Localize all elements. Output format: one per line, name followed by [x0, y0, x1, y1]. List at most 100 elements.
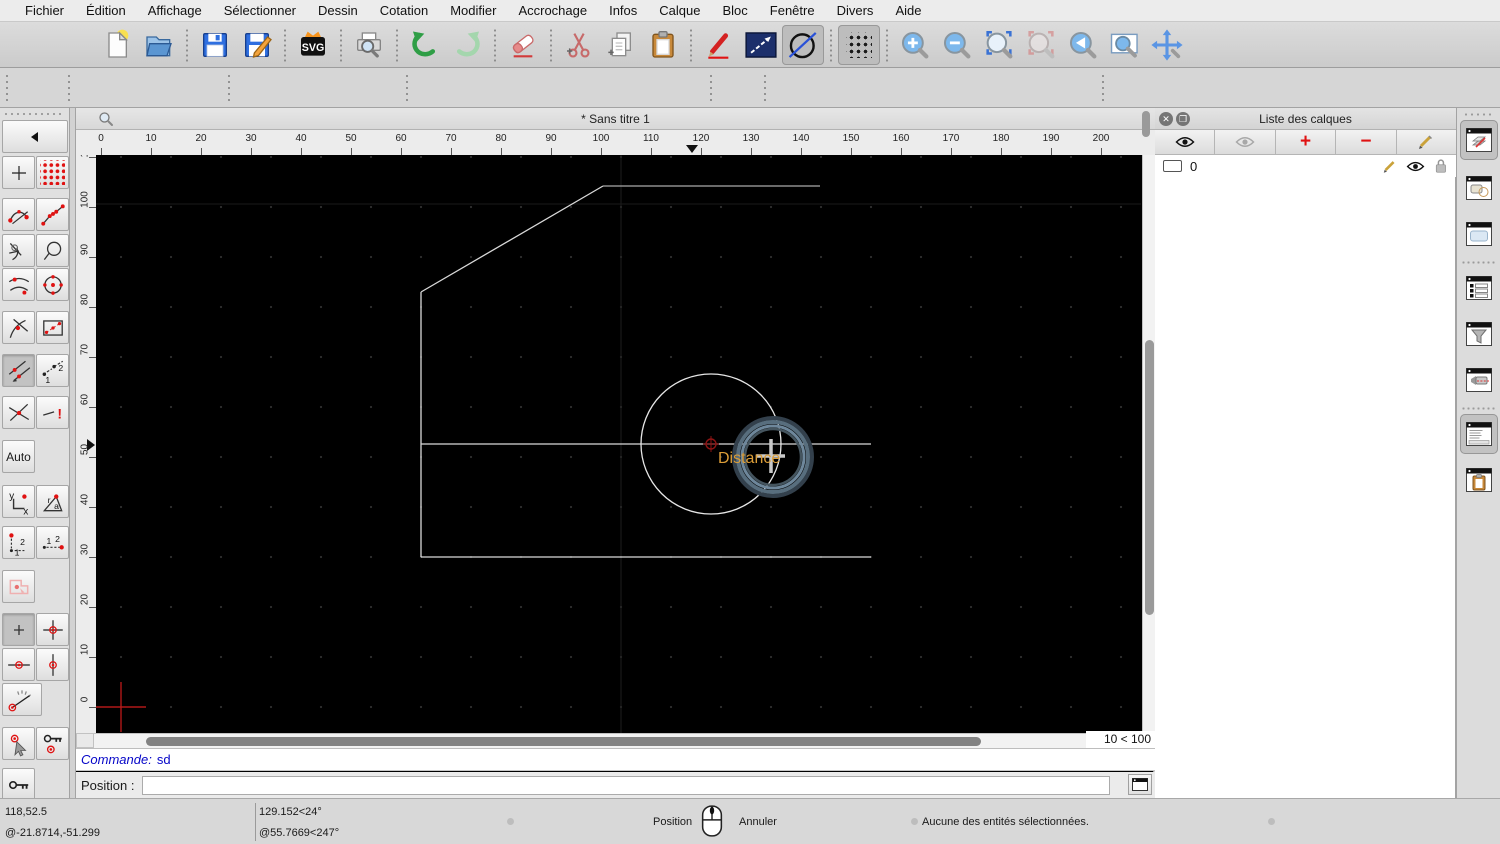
show-all-layers-button[interactable]	[1155, 130, 1216, 154]
list-panel-toggle-button[interactable]	[1460, 268, 1498, 308]
zoom-selection-button[interactable]	[1020, 25, 1062, 65]
paste-button[interactable]	[642, 25, 684, 65]
spline-tool-button[interactable]	[2, 198, 35, 231]
arc-point-tool-button[interactable]	[2, 268, 35, 301]
drawing-canvas[interactable]: Distance	[96, 155, 1141, 733]
point-grid-tool-button[interactable]	[36, 156, 69, 189]
print-preview-button[interactable]	[348, 25, 390, 65]
polar-coords-button[interactable]: ra	[36, 485, 69, 518]
menu-item[interactable]: Accrochage	[507, 3, 598, 18]
command-scrollbar-thumb[interactable]	[1142, 111, 1150, 137]
copy-button[interactable]	[600, 25, 642, 65]
menu-item[interactable]: Dessin	[307, 3, 369, 18]
snap-entity-button[interactable]	[2, 570, 35, 603]
zoom-window-button[interactable]	[1104, 25, 1146, 65]
snap-angle-button[interactable]	[2, 683, 42, 716]
snap-pointer-button[interactable]	[2, 727, 35, 760]
draw-pencil-button[interactable]	[698, 25, 740, 65]
layer-row[interactable]: 0	[1155, 155, 1456, 177]
library-panel-toggle-button[interactable]	[1460, 360, 1498, 400]
properties-panel-toggle-button[interactable]	[1460, 214, 1498, 254]
parallel-tool-button[interactable]	[2, 354, 35, 387]
lock-button[interactable]	[2, 768, 35, 801]
canvas-vertical-scrollbar[interactable]	[1142, 155, 1155, 733]
menu-item[interactable]: Infos	[598, 3, 648, 18]
palette-collapse-button[interactable]	[2, 120, 68, 153]
auto-snap-button[interactable]: Auto	[2, 440, 35, 473]
menu-item[interactable]: Fichier	[14, 3, 75, 18]
rect-diagonal-tool-button[interactable]	[36, 311, 69, 344]
layer-lock-icon[interactable]	[1433, 158, 1448, 174]
hide-all-layers-button[interactable]	[1215, 130, 1276, 154]
menu-item[interactable]: Sélectionner	[213, 3, 307, 18]
relative-horizontal-button[interactable]: 12	[36, 526, 69, 559]
layer-edit-icon[interactable]	[1382, 159, 1398, 174]
menu-item[interactable]: Cotation	[369, 3, 439, 18]
svg-export-button[interactable]: SVG	[292, 25, 334, 65]
hscroll-thumb[interactable]	[146, 737, 981, 746]
add-layer-button[interactable]: +	[1276, 130, 1337, 154]
filter-panel-toggle-button[interactable]	[1460, 314, 1498, 354]
position-input[interactable]	[142, 775, 1111, 795]
layer-visibility-icon[interactable]	[1406, 160, 1425, 173]
menu-item[interactable]: Divers	[826, 3, 885, 18]
command-panel-toggle-button[interactable]	[1460, 414, 1498, 454]
line-tool-button[interactable]	[740, 25, 782, 65]
vscroll-thumb[interactable]	[1145, 340, 1154, 615]
sequence-tool-button[interactable]: 12	[36, 354, 69, 387]
point-tool-button[interactable]	[2, 156, 35, 189]
drawing-titlebar[interactable]: * Sans titre 1	[76, 108, 1155, 130]
manual-point-tool-button[interactable]: !	[36, 396, 69, 429]
snap-vertical-button[interactable]	[36, 648, 69, 681]
lock-snap-button[interactable]	[36, 727, 69, 760]
panel-detach-icon[interactable]: ❐	[1176, 112, 1190, 126]
layers-panel-toggle-button[interactable]	[1460, 120, 1498, 160]
zoom-in-button[interactable]	[894, 25, 936, 65]
remove-layer-button[interactable]: −	[1336, 130, 1397, 154]
snap-horizontal-button[interactable]	[2, 648, 35, 681]
menu-item[interactable]: Calque	[648, 3, 711, 18]
polyline-points-tool-button[interactable]	[36, 198, 69, 231]
intersection-tool-button[interactable]	[2, 396, 35, 429]
menu-item[interactable]: Affichage	[137, 3, 213, 18]
cartesian-coords-button[interactable]: yx	[2, 485, 35, 518]
menu-item[interactable]: Modifier	[439, 3, 507, 18]
pan-button[interactable]	[1146, 25, 1188, 65]
dock-drag-handle[interactable]	[1463, 112, 1495, 117]
zoom-previous-button[interactable]	[1062, 25, 1104, 65]
command-line[interactable]: Commande: sd	[76, 748, 1155, 771]
zoom-fit-button[interactable]	[978, 25, 1020, 65]
cut-button[interactable]	[558, 25, 600, 65]
menu-item[interactable]: Bloc	[711, 3, 758, 18]
grid-toggle-button[interactable]	[838, 24, 880, 65]
tangent-tool-button[interactable]	[2, 234, 35, 267]
menu-item[interactable]: Édition	[75, 3, 137, 18]
ellipse-tool-button[interactable]	[782, 24, 824, 65]
palette-drag-handle[interactable]	[3, 111, 65, 117]
snap-grid-button[interactable]	[36, 613, 69, 646]
open-file-button[interactable]	[138, 25, 180, 65]
save-button[interactable]	[194, 25, 236, 65]
layer-color-swatch[interactable]	[1163, 160, 1182, 172]
undo-button[interactable]	[404, 25, 446, 65]
redo-button[interactable]	[446, 25, 488, 65]
save-as-button[interactable]	[236, 25, 278, 65]
new-document-button[interactable]	[96, 25, 138, 65]
snap-free-button[interactable]	[2, 613, 35, 646]
canvas-horizontal-scrollbar[interactable]	[94, 733, 1086, 748]
menu-item[interactable]: Aide	[884, 3, 932, 18]
command-window-toggle-button[interactable]	[1128, 774, 1152, 795]
blocks-panel-toggle-button[interactable]	[1460, 168, 1498, 208]
erase-button[interactable]	[502, 25, 544, 65]
relative-corner-button[interactable]: 12	[2, 526, 35, 559]
zoom-out-button[interactable]	[936, 25, 978, 65]
circle-center-tool-button[interactable]	[36, 268, 69, 301]
clipboard-panel-toggle-button[interactable]	[1460, 460, 1498, 500]
toolbar-separator	[826, 27, 836, 62]
menu-item[interactable]: Fenêtre	[759, 3, 826, 18]
panel-close-icon[interactable]: ✕	[1159, 112, 1173, 126]
layers-panel-header[interactable]: ✕ ❐ Liste des calques	[1155, 108, 1456, 130]
tangent-arc-tool-button[interactable]	[2, 311, 35, 344]
edit-layer-button[interactable]	[1397, 130, 1456, 154]
circle-tangent-tool-button[interactable]	[36, 234, 69, 267]
